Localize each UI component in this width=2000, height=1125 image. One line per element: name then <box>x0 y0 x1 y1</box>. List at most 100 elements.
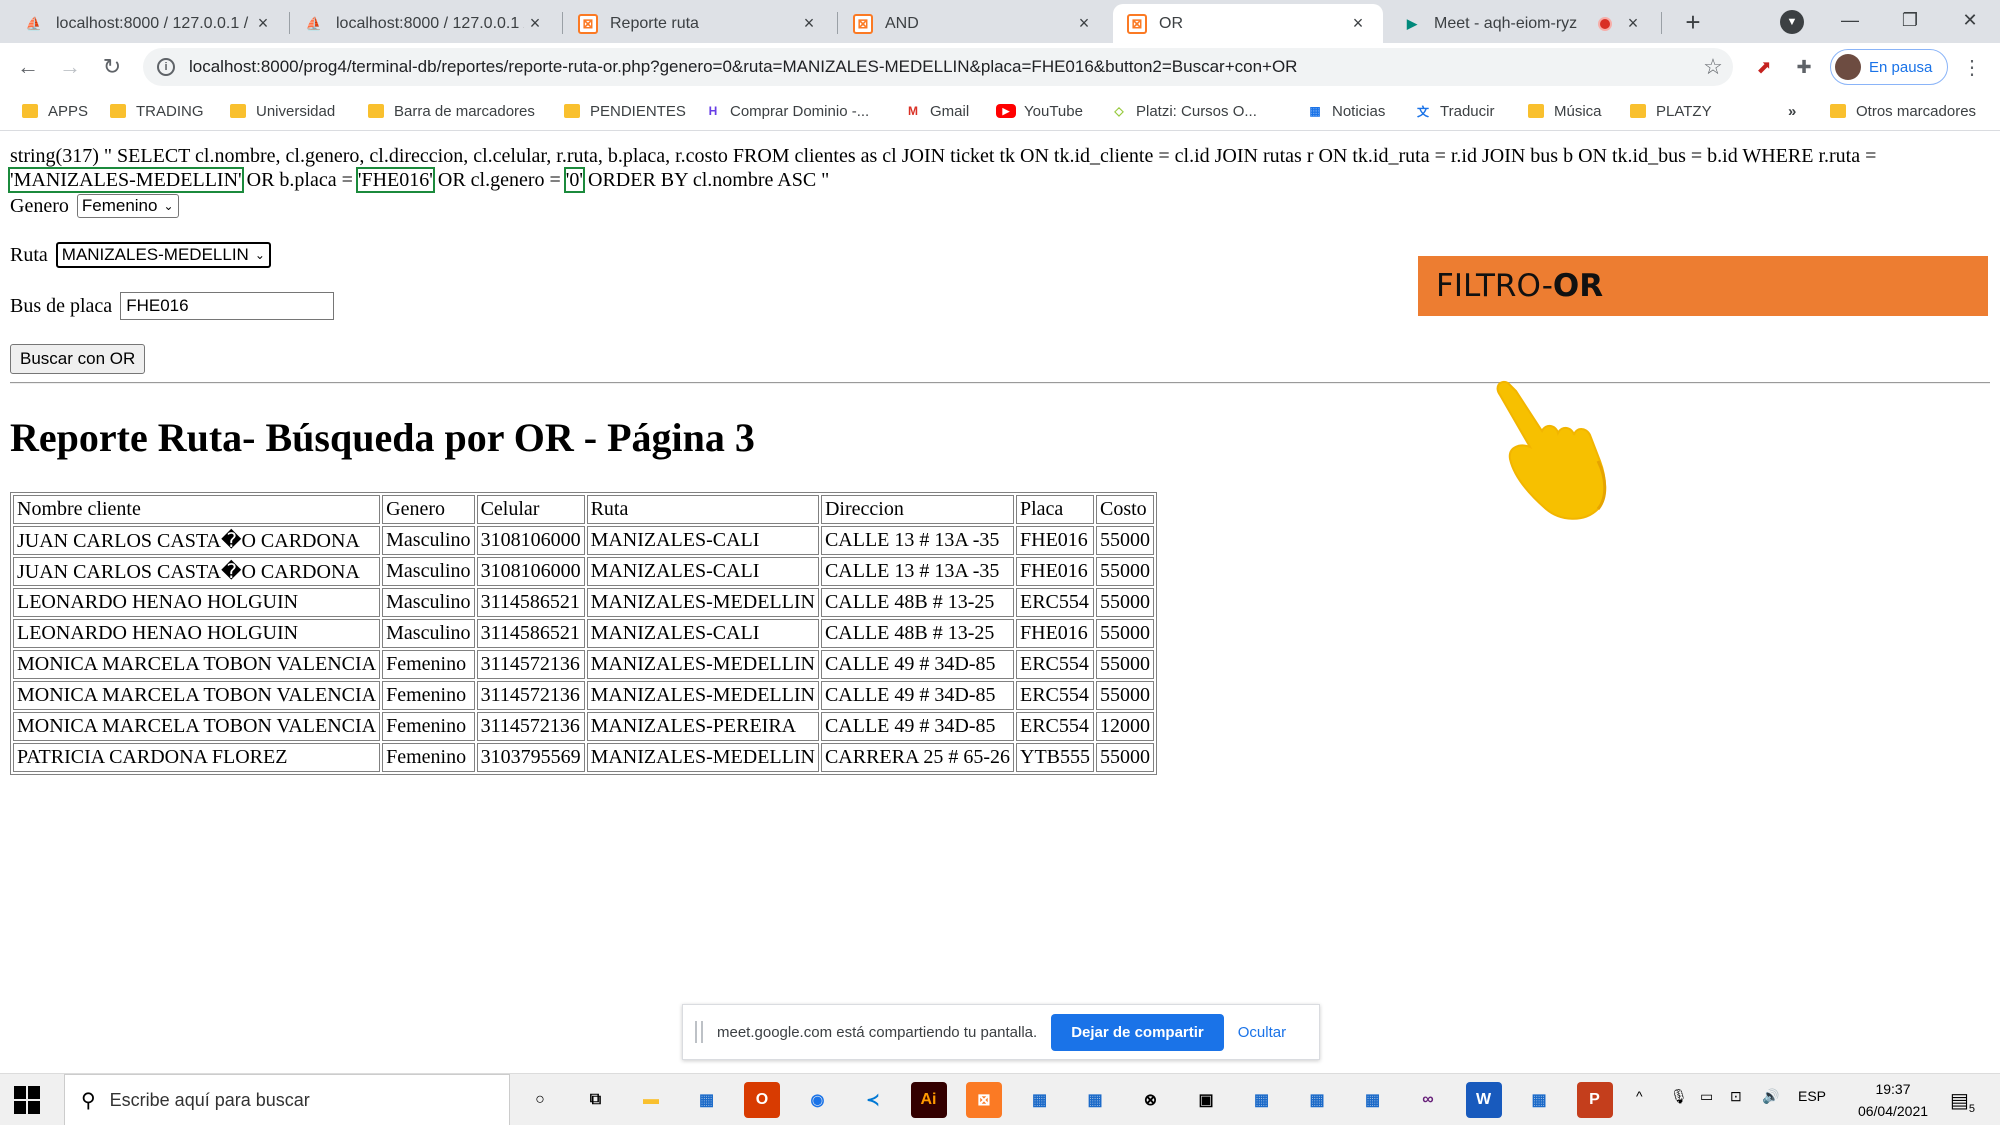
url-text[interactable]: localhost:8000/prog4/terminal-db/reporte… <box>189 57 1693 77</box>
taskbar-search[interactable]: ⚲ Escribe aquí para buscar <box>64 1074 510 1125</box>
menu-kebab-icon[interactable]: ⋮ <box>1962 55 1982 80</box>
table-cell: 55000 <box>1096 526 1154 555</box>
forward-icon[interactable]: → <box>54 51 86 83</box>
drag-handle-icon[interactable] <box>695 1021 703 1043</box>
table-cell: MANIZALES-PEREIRA <box>586 712 819 741</box>
bookmark-youtube[interactable]: ▶ YouTube <box>996 99 1083 123</box>
cortana-icon[interactable]: ○ <box>522 1082 558 1118</box>
close-icon[interactable]: × <box>798 13 820 34</box>
app-icon[interactable]: ▦ <box>1355 1082 1391 1118</box>
app-icon[interactable]: ▦ <box>1022 1082 1058 1118</box>
tab-search-icon[interactable]: ▼ <box>1780 10 1804 34</box>
bookmark-star-icon[interactable]: ☆ <box>1693 54 1733 80</box>
tab-and[interactable]: ⊠ AND × <box>839 4 1109 43</box>
store-icon[interactable]: ▣ <box>1188 1082 1224 1118</box>
word-icon[interactable]: W <box>1465 1082 1502 1118</box>
xbox-icon[interactable]: ⊗ <box>1133 1082 1169 1118</box>
bookmark-platzi[interactable]: ◇ Platzi: Cursos O... <box>1110 99 1257 123</box>
notifications-icon[interactable]: ▤5 <box>1950 1088 1975 1115</box>
illustrator-icon[interactable]: Ai <box>910 1082 947 1118</box>
sql-prefix: string(317) " SELECT cl.nombre, cl.gener… <box>10 145 1877 167</box>
column-header: Costo <box>1096 495 1154 524</box>
bookmark-pendientes[interactable]: PENDIENTES <box>564 99 686 123</box>
tab-reporte-ruta[interactable]: ⊠ Reporte ruta × <box>564 4 834 43</box>
app-icon[interactable]: ▦ <box>1521 1082 1557 1118</box>
bookmark-trading[interactable]: TRADING <box>110 99 204 123</box>
new-tab-button[interactable]: + <box>1678 4 1708 40</box>
filtro-bold: OR <box>1552 268 1604 304</box>
minimize-icon[interactable]: — <box>1820 0 1880 40</box>
bookmark-comprar-dominio[interactable]: H Comprar Dominio -... <box>704 99 870 123</box>
powerpoint-icon[interactable]: P <box>1576 1082 1613 1118</box>
back-icon[interactable]: ← <box>12 51 44 83</box>
genero-select[interactable]: Femenino ⌄ <box>76 194 179 218</box>
sql-value-genero: '0' <box>563 167 586 193</box>
network-icon[interactable]: ⊡ <box>1730 1088 1742 1105</box>
close-icon[interactable]: × <box>252 13 274 34</box>
tab-phpmyadmin-1[interactable]: ⛵ localhost:8000 / 127.0.0.1 / × <box>10 4 288 43</box>
restore-icon[interactable]: ❐ <box>1880 0 1940 40</box>
table-cell: Masculino <box>382 619 475 648</box>
office-icon[interactable]: O <box>744 1082 780 1118</box>
visual-studio-icon[interactable]: ∞ <box>1410 1082 1446 1118</box>
close-icon[interactable]: × <box>1622 13 1644 34</box>
bookmark-universidad[interactable]: Universidad <box>230 99 335 123</box>
table-row: JUAN CARLOS CASTA�O CARDONA Masculino 3108… <box>13 526 1154 555</box>
bookmark-label: Traducir <box>1440 102 1495 120</box>
profile-button[interactable]: En pausa <box>1830 49 1948 85</box>
bookmark-platzy[interactable]: PLATZY <box>1630 99 1712 123</box>
app-icon[interactable]: ▦ <box>689 1082 725 1118</box>
close-icon[interactable]: × <box>1347 13 1369 34</box>
tab-or[interactable]: ⊠ OR × <box>1113 4 1383 43</box>
xampp-icon[interactable]: ⊠ <box>966 1082 1002 1118</box>
volume-icon[interactable]: 🔊 <box>1762 1088 1779 1105</box>
info-icon[interactable]: i <box>157 58 175 76</box>
hide-button[interactable]: Ocultar <box>1238 1024 1286 1041</box>
close-icon[interactable]: × <box>524 13 546 34</box>
bookmark-barra[interactable]: Barra de marcadores <box>368 99 535 123</box>
bookmark-musica[interactable]: Música <box>1528 99 1602 123</box>
address-bar[interactable]: i localhost:8000/prog4/terminal-db/repor… <box>143 48 1733 86</box>
extension-chart-icon[interactable]: ⬈ <box>1752 55 1776 79</box>
chrome-icon[interactable]: ◉ <box>800 1082 836 1118</box>
table-cell: CALLE 13 # 13A -35 <box>820 557 1014 586</box>
file-explorer-icon[interactable]: ▬ <box>633 1082 669 1118</box>
close-window-icon[interactable]: ✕ <box>1940 0 2000 40</box>
table-cell: LEONARDO HENAO HOLGUIN <box>13 588 381 617</box>
chevron-up-icon[interactable]: ^ <box>1636 1088 1643 1104</box>
bookmark-noticias[interactable]: ▦ Noticias <box>1306 99 1385 123</box>
ruta-select[interactable]: MANIZALES-MEDELLIN ⌄ <box>55 242 271 268</box>
task-view-icon[interactable]: ⧉ <box>578 1082 614 1118</box>
bookmark-traducir[interactable]: 文 Traducir <box>1414 99 1494 123</box>
close-icon[interactable]: × <box>1073 13 1095 34</box>
clock[interactable]: 19:37 06/04/2021 <box>1848 1078 1938 1122</box>
battery-icon[interactable]: ▭ <box>1700 1088 1713 1105</box>
windows-start-icon[interactable] <box>14 1086 42 1114</box>
table-cell: CALLE 13 # 13A -35 <box>820 526 1014 555</box>
app-icon[interactable]: ▦ <box>1077 1082 1113 1118</box>
language-indicator[interactable]: ESP <box>1798 1088 1826 1104</box>
placa-input[interactable]: FHE016 <box>120 292 335 320</box>
microphone-icon[interactable]: 🎙 <box>1670 1088 1688 1105</box>
table-cell: JUAN CARLOS CASTA�O CARDONA <box>13 557 381 586</box>
sql-text: OR cl.genero = <box>432 169 566 191</box>
more-bookmarks-icon[interactable]: » <box>1788 99 1796 123</box>
bookmark-gmail[interactable]: M Gmail <box>904 99 969 123</box>
sql-value-ruta: 'MANIZALES-MEDELLIN' <box>8 167 244 193</box>
bookmark-apps[interactable]: APPS <box>22 99 88 123</box>
vscode-icon[interactable]: ≺ <box>855 1082 891 1118</box>
app-icon[interactable]: ▦ <box>1244 1082 1280 1118</box>
app-icon[interactable]: ▦ <box>1299 1082 1335 1118</box>
reload-icon[interactable]: ↻ <box>96 51 128 83</box>
chevron-down-icon: ⌄ <box>163 199 174 213</box>
extensions-puzzle-icon[interactable]: ✚ <box>1792 55 1816 79</box>
column-header: Direccion <box>820 495 1014 524</box>
tab-meet[interactable]: ▶ Meet - aqh-eiom-ryz × <box>1388 4 1658 43</box>
buscar-or-button[interactable]: Buscar con OR <box>10 344 146 374</box>
bookmark-otros[interactable]: Otros marcadores <box>1830 99 1976 123</box>
stop-sharing-button[interactable]: Dejar de compartir <box>1051 1013 1224 1051</box>
column-header: Genero <box>382 495 475 524</box>
column-header: Nombre cliente <box>13 495 381 524</box>
table-cell: MANIZALES-CALI <box>586 526 819 555</box>
tab-phpmyadmin-2[interactable]: ⛵ localhost:8000 / 127.0.0.1 / × <box>290 4 560 43</box>
